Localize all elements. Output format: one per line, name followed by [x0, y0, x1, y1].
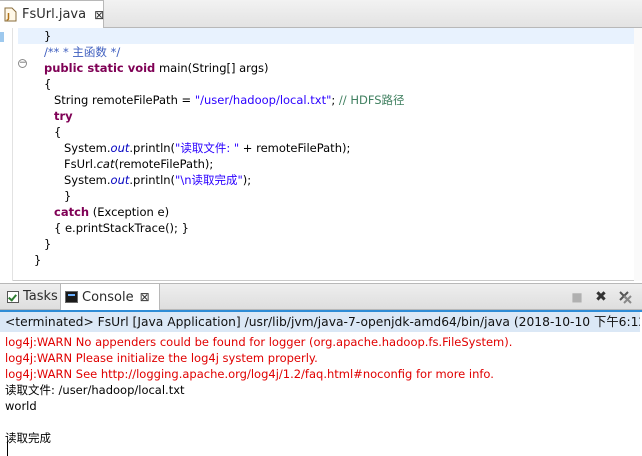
editor-body[interactable]: − }/** * 主函数 */public static void main(S… — [0, 28, 642, 281]
code-line: /** * 主函数 */ — [44, 44, 120, 60]
close-icon[interactable]: ⊠ — [140, 290, 150, 304]
folding-column: − — [16, 28, 30, 281]
annotation-marker-icon — [0, 32, 4, 42]
code-line: System.out.println("\n读取完成"); — [64, 172, 251, 188]
svg-text:J: J — [6, 12, 10, 21]
editor-pane: J FsUrl.java ⊠ − }/** * 主函数 */public sta… — [0, 0, 642, 281]
terminate-icon[interactable]: ■ — [568, 288, 586, 306]
code-token: } — [34, 253, 42, 267]
code-token: "/user/hadoop/local.txt" — [194, 93, 332, 107]
code-token: // HDFS路径 — [338, 93, 405, 107]
console-launch-description: <terminated> FsUrl [Java Application] /u… — [0, 312, 640, 332]
code-token: "\n读取完成" — [175, 173, 243, 187]
code-line: System.out.println("读取文件: " + remoteFile… — [64, 140, 350, 156]
code-token: catch — [54, 205, 90, 219]
code-line: { e.printStackTrace(); } — [54, 220, 189, 236]
editor-gutter — [0, 28, 13, 281]
console-lines: log4j:WARN No appenders could be found f… — [5, 334, 512, 446]
console-output-line: world — [5, 399, 37, 413]
code-token: { — [54, 125, 62, 139]
code-token: System. — [64, 173, 111, 187]
code-token: (Exception e) — [89, 205, 170, 219]
remove-all-terminated-icon[interactable] — [616, 288, 634, 306]
console-output[interactable]: <terminated> FsUrl [Java Application] /u… — [0, 310, 642, 456]
code-token: } — [44, 237, 52, 251]
code-line: { — [54, 124, 61, 140]
remove-launch-icon[interactable]: ✖ — [592, 288, 610, 306]
code-token: String remoteFilePath = — [54, 93, 195, 107]
editor-tab-fsurl[interactable]: J FsUrl.java ⊠ — [0, 0, 104, 28]
tab-console-label: Console — [82, 289, 134, 305]
close-icon[interactable]: ⊠ — [94, 8, 104, 22]
code-line: } — [44, 236, 51, 252]
code-line: { — [44, 76, 51, 92]
code-token: ); — [242, 173, 252, 187]
code-token: FsUrl. — [64, 157, 97, 171]
code-area[interactable]: }/** * 主函数 */public static void main(Str… — [34, 28, 642, 281]
collapse-icon[interactable]: − — [18, 59, 27, 68]
code-token: ; — [331, 93, 339, 107]
code-line: FsUrl.cat(remoteFilePath); — [64, 156, 213, 172]
tab-console[interactable]: Console ⊠ — [60, 284, 160, 310]
code-token: "读取文件: " — [175, 141, 240, 155]
java-file-icon: J — [4, 7, 17, 22]
code-token: out — [110, 173, 130, 187]
editor-tabbar: J FsUrl.java ⊠ — [0, 0, 642, 28]
code-token: { e.printStackTrace(); } — [54, 221, 189, 235]
code-token: /** * 主函数 */ — [44, 45, 121, 59]
tab-tasks[interactable]: Tasks — [3, 284, 59, 309]
code-line: try — [54, 108, 73, 124]
code-line: String remoteFilePath = "/user/hadoop/lo… — [54, 92, 405, 108]
console-error-line: log4j:WARN No appenders could be found f… — [5, 335, 513, 349]
code-line: } — [44, 28, 51, 44]
code-token: cat — [96, 157, 115, 171]
text-cursor — [7, 442, 8, 456]
code-token: } — [44, 29, 52, 43]
code-token: main(String[] args) — [155, 61, 269, 75]
editor-tab-label: FsUrl.java — [22, 7, 87, 22]
console-output-line: 读取完成 — [5, 431, 51, 445]
overview-ruler[interactable] — [634, 28, 642, 281]
code-line: public static void main(String[] args) — [44, 60, 268, 76]
code-token: } — [64, 189, 72, 203]
code-token: public static void — [44, 61, 156, 75]
tab-tasks-label: Tasks — [23, 289, 58, 304]
code-line: } — [64, 188, 71, 204]
code-token: .println( — [129, 173, 176, 187]
code-token: try — [54, 109, 73, 123]
console-error-line: log4j:WARN See http://logging.apache.org… — [5, 367, 494, 381]
tasks-icon — [7, 290, 19, 303]
code-token: (remoteFilePath); — [114, 157, 214, 171]
console-icon — [65, 291, 78, 303]
code-token: + remoteFilePath); — [239, 141, 351, 155]
console-error-line: log4j:WARN Please initialize the log4j s… — [5, 351, 318, 365]
console-toolbar: ■ ✖ — [568, 288, 634, 306]
console-output-line: 读取文件: /user/hadoop/local.txt — [5, 383, 185, 397]
code-token: .println( — [129, 141, 176, 155]
code-token: out — [110, 141, 130, 155]
views-tabbar: Tasks Console ⊠ ■ ✖ — [0, 283, 642, 310]
code-token: System. — [64, 141, 111, 155]
code-line: catch (Exception e) — [54, 204, 169, 220]
code-token: { — [44, 77, 52, 91]
code-line: } — [34, 252, 41, 268]
